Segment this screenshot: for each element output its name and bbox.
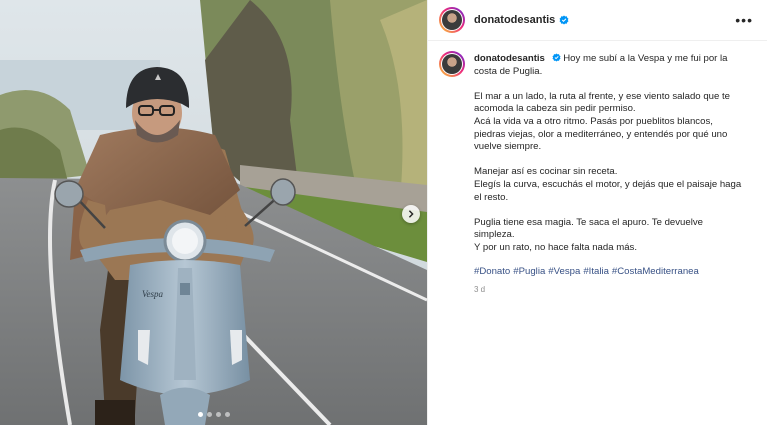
hashtag-link[interactable]: #Donato [474, 266, 510, 277]
carousel-dot [198, 412, 203, 417]
caption-username[interactable]: donatodesantis [474, 53, 545, 64]
post-photo[interactable]: Vespa [0, 0, 427, 425]
carousel-next-button[interactable] [402, 205, 420, 223]
caption: donatodesantis Hoy me subí a la Vespa y … [428, 41, 767, 297]
carousel-indicator [198, 412, 230, 417]
chevron-right-icon [408, 210, 414, 218]
caption-avatar[interactable] [439, 51, 465, 77]
carousel-dot [207, 412, 212, 417]
caption-body: donatodesantis Hoy me subí a la Vespa y … [474, 51, 746, 297]
scooter-rider-image: Vespa [0, 0, 427, 425]
post-header: donatodesantis ••• [428, 0, 767, 41]
hashtag-link[interactable]: #Vespa [548, 266, 580, 277]
carousel-dot [225, 412, 230, 417]
post-timestamp[interactable]: 3 d [474, 284, 746, 297]
caption-paragraph: Puglia tiene esa magia. Te saca el apuro… [474, 216, 703, 253]
verified-badge-icon [559, 15, 569, 25]
carousel-dot [216, 412, 221, 417]
avatar[interactable] [439, 7, 465, 33]
header-username[interactable]: donatodesantis [474, 14, 555, 26]
hashtag-list: #Donato #Puglia #Vespa #Italia #CostaMediter… [474, 266, 746, 279]
vespa-brand-text: Vespa [142, 289, 163, 299]
instagram-post-view: Vespa donatodesantis ••• donatodesantis … [0, 0, 767, 425]
hashtag-link[interactable]: #Puglia [513, 266, 545, 277]
caption-paragraph: El mar a un lado, la ruta al frente, y e… [474, 90, 730, 153]
hashtag-link[interactable]: #Italia [583, 266, 609, 277]
more-options-icon[interactable]: ••• [735, 13, 753, 27]
verified-badge-icon [552, 53, 561, 62]
post-side-panel: donatodesantis ••• donatodesantis Hoy me… [427, 0, 767, 425]
caption-paragraph: Manejar así es cocinar sin receta. Elegís… [474, 166, 742, 203]
hashtag-link[interactable]: #CostaMediterranea [612, 266, 699, 277]
